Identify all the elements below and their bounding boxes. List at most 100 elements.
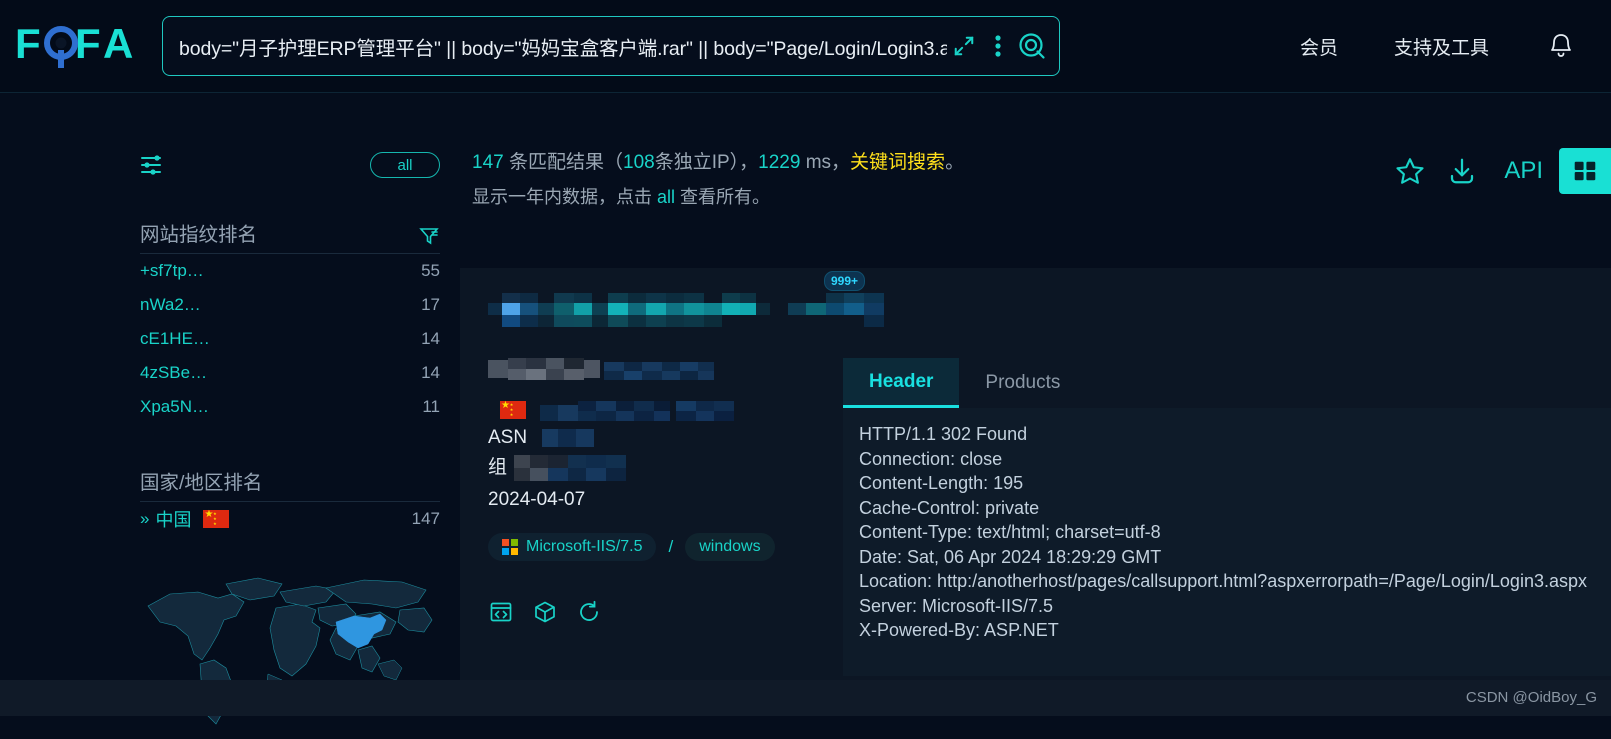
redacted-host <box>488 358 600 380</box>
list-item[interactable]: » 中国 147 <box>140 502 440 536</box>
nav-member[interactable]: 会员 <box>1272 33 1366 60</box>
search-bar[interactable]: body="月子护理ERP管理平台" || body="妈妈宝盒客户端.rar"… <box>162 16 1060 76</box>
list-item[interactable]: Xpa5N… 11 <box>140 390 440 424</box>
tech-tags: Microsoft-IIS/7.5 / windows <box>488 533 843 561</box>
code-window-icon[interactable] <box>488 599 514 625</box>
query-time: 1229 <box>758 152 801 173</box>
csdn-watermark: CSDN @OidBoy_G <box>1465 689 1597 706</box>
fingerprint-list: +sf7tp… 55 nWa2… 17 cE1HE… 14 4zSBe… 14 … <box>140 254 440 424</box>
fingerprint-label: +sf7tp… <box>140 261 204 280</box>
query-time-unit: ms， <box>805 152 851 173</box>
results-line-2: 显示一年内数据，点击 all 查看所有。 <box>472 182 1312 212</box>
results-summary: 147 条匹配结果（108条独立IP），1229 ms，关键词搜索。 显示一年内… <box>472 148 1312 212</box>
redacted-location <box>540 401 734 421</box>
fingerprint-title: 网站指纹排名 <box>140 224 258 246</box>
asn-label: ASN <box>488 427 528 448</box>
redacted-port <box>604 362 715 380</box>
http-header-line: Location: http:/anotherhost/pages/callsu… <box>859 571 1587 591</box>
location-row <box>488 397 843 423</box>
country-count: 147 <box>411 509 440 528</box>
redacted-org-value <box>514 455 626 481</box>
unique-ip-count: 108 <box>623 152 655 173</box>
result-action-icons <box>488 599 843 625</box>
scan-date: 2024-04-07 <box>488 489 586 510</box>
expand-arrows-icon[interactable] <box>947 26 981 66</box>
funnel-filter-icon[interactable] <box>418 225 440 247</box>
list-item[interactable]: nWa2… 17 <box>140 288 440 322</box>
result-count-suffix: 条匹配结果（ <box>508 152 623 173</box>
search-icon[interactable] <box>1015 26 1049 66</box>
watermark-bar <box>0 680 1611 716</box>
sidebar: all 网站指纹排名 +sf7tp… 55 nWa2… 17 cE1HE… 14… <box>140 148 440 734</box>
cube-icon[interactable] <box>532 599 558 625</box>
fingerprint-count: 14 <box>421 329 440 348</box>
refresh-icon[interactable] <box>576 599 602 625</box>
http-header-line: Date: Sat, 06 Apr 2024 18:29:29 GMT <box>859 546 1162 567</box>
fingerprint-label: cE1HE… <box>140 329 210 348</box>
result-title-bar: 999+ <box>460 268 1611 358</box>
page-body: all 网站指纹排名 +sf7tp… 55 nWa2… 17 cE1HE… 14… <box>0 93 1611 725</box>
fofa-logo[interactable]: F F A <box>14 18 134 74</box>
chevron-right-icon: » <box>140 509 150 528</box>
http-header-line: Cache-Control: private <box>859 497 1040 518</box>
result-host-details: ASN 组 <box>460 358 843 676</box>
nav-support-tools[interactable]: 支持及工具 <box>1366 33 1517 60</box>
all-link[interactable]: all <box>657 187 675 207</box>
fingerprint-count: 14 <box>421 363 440 382</box>
svg-text:F: F <box>75 22 101 67</box>
detail-tabs: Header Products <box>843 358 1611 408</box>
result-card-body: ASN 组 <box>460 358 1611 676</box>
range-note-prefix: 显示一年内数据，点击 <box>472 187 657 207</box>
vertical-dots-icon[interactable] <box>981 26 1015 66</box>
result-count: 147 <box>472 152 504 173</box>
results-toolbar: API <box>1384 148 1611 194</box>
sliders-filter-icon[interactable] <box>140 150 174 180</box>
sidebar-header: all <box>140 148 440 182</box>
asn-row: ASN <box>488 423 843 453</box>
redacted-asn-value <box>542 429 594 447</box>
search-input[interactable]: body="月子护理ERP管理平台" || body="妈妈宝盒客户端.rar"… <box>179 32 947 61</box>
tab-products[interactable]: Products <box>959 358 1086 408</box>
tag-windows[interactable]: windows <box>685 533 775 561</box>
fingerprint-label: 4zSBe… <box>140 363 208 382</box>
country-title: 国家/地区排名 <box>140 472 263 494</box>
top-nav: 会员 支持及工具 <box>1272 24 1611 68</box>
list-item[interactable]: +sf7tp… 55 <box>140 254 440 288</box>
fingerprint-count: 17 <box>421 295 440 314</box>
list-item[interactable]: cE1HE… 14 <box>140 322 440 356</box>
org-label: 组 <box>488 457 508 478</box>
tag-separator: / <box>668 537 674 556</box>
api-link[interactable]: API <box>1488 157 1559 185</box>
download-icon[interactable] <box>1436 148 1488 194</box>
bell-icon[interactable] <box>1539 24 1583 68</box>
tag-microsoft-iis[interactable]: Microsoft-IIS/7.5 <box>488 533 657 561</box>
fingerprint-label: nWa2… <box>140 295 201 314</box>
tab-header[interactable]: Header <box>843 358 960 408</box>
status-badge: 999+ <box>824 271 866 291</box>
http-header-line: Content-Length: 195 <box>859 473 1024 493</box>
top-bar: F F A body="月子护理ERP管理平台" || body="妈妈宝盒客户… <box>0 0 1611 92</box>
all-toggle-button[interactable]: all <box>370 152 440 178</box>
http-header-panel: HTTP/1.1 302 Found Connection: close Con… <box>843 408 1611 676</box>
svg-text:F: F <box>15 22 41 67</box>
redacted-title <box>488 293 884 327</box>
period-mark: 。 <box>945 152 965 173</box>
country-section-header: 国家/地区排名 <box>140 466 440 502</box>
result-card: 999+ ★ ★★★ ASN 组 2024-04-07 Microsoft-II… <box>460 268 1611 716</box>
results-line-1: 147 条匹配结果（108条独立IP），1229 ms，关键词搜索。 <box>472 148 1312 178</box>
grid-view-icon[interactable] <box>1559 148 1611 194</box>
fingerprint-count: 11 <box>422 397 440 416</box>
http-header-line: X-Powered-By: ASP.NET <box>859 620 1059 640</box>
http-header-line: Connection: close <box>859 448 1003 469</box>
tag-label: Microsoft-IIS/7.5 <box>526 538 643 555</box>
org-row: 组 <box>488 453 843 483</box>
http-header-line: HTTP/1.1 302 Found <box>859 424 1028 444</box>
search-mode-badge: 关键词搜索 <box>850 152 946 173</box>
cn-flag-icon <box>500 400 526 419</box>
star-icon[interactable] <box>1384 148 1436 194</box>
list-item[interactable]: 4zSBe… 14 <box>140 356 440 390</box>
svg-text:A: A <box>103 22 133 67</box>
http-header-line: Server: Microsoft-IIS/7.5 <box>859 595 1054 616</box>
cn-flag-icon <box>203 509 230 528</box>
unique-ip-suffix: 条独立IP）， <box>654 152 759 173</box>
